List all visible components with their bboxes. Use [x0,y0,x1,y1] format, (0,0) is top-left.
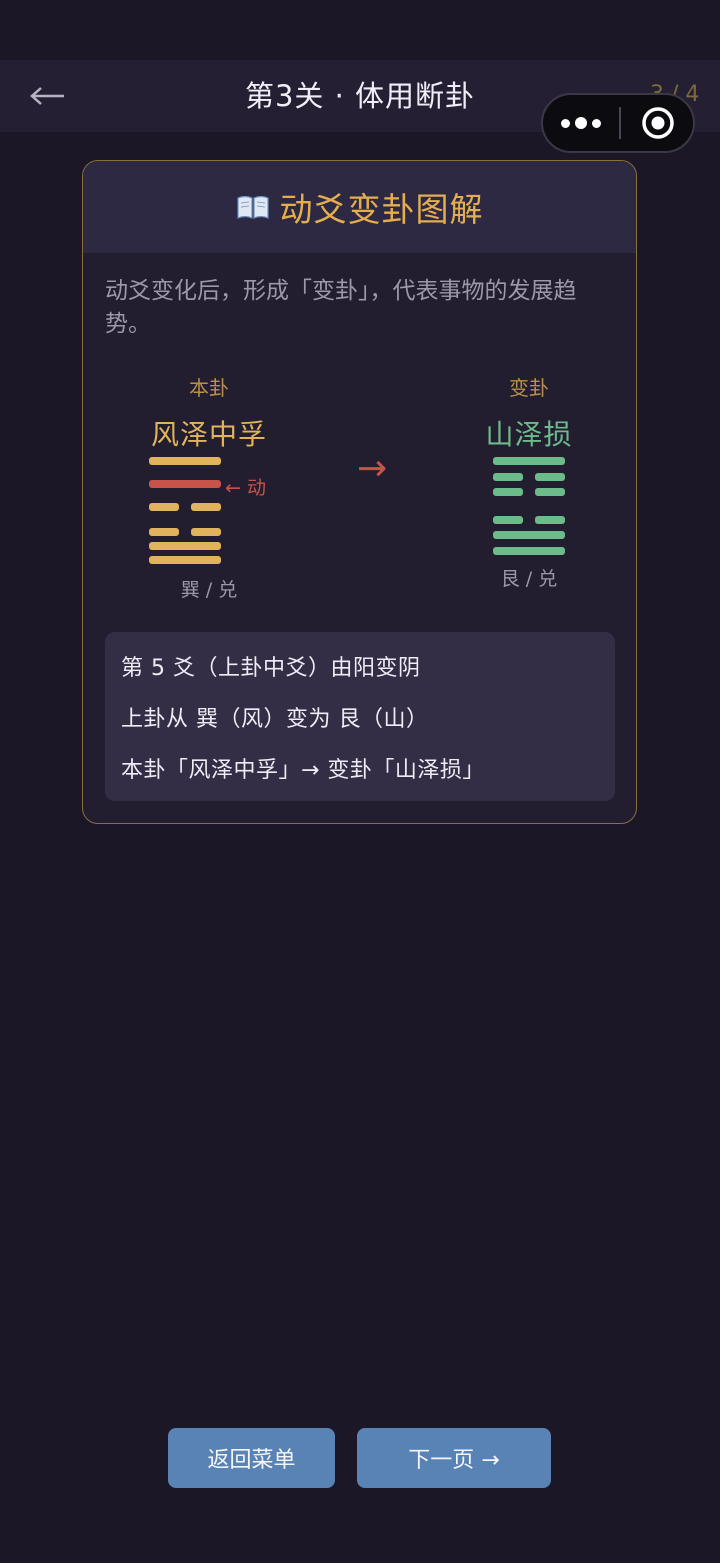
yin-line-segment [535,473,565,481]
transform-arrow-icon: → [357,448,388,489]
explanation-box: 第 5 爻（上卦中爻）由阳变阴 上卦从 巽（风）变为 艮（山） 本卦「风泽中孚」… [105,632,615,801]
yin-line-segment [535,488,565,496]
yin-line-segment [149,528,179,536]
original-hexagram-label: 本卦 [189,376,229,400]
changed-hexagram-header: 变卦 山泽损 [463,372,595,453]
explanation-line-3: 本卦「风泽中孚」→ 变卦「山泽损」 [121,758,485,783]
yin-line-segment [493,516,523,524]
more-dot-center [575,117,587,129]
yang-line [149,457,221,465]
yin-line-segment [191,528,221,536]
yang-line [149,556,221,564]
yang-line [493,547,565,555]
next-page-button[interactable]: 下一页 → [357,1428,551,1488]
more-dot-right [592,118,601,128]
yin-line-segment [191,503,221,511]
explanation-line-2: 上卦从 巽（风）变为 艮（山） [121,707,429,732]
changed-hexagram-label: 变卦 [509,376,549,400]
target-circle-icon [642,107,674,139]
moving-yang-line [149,480,221,488]
yin-line-segment [493,473,523,481]
yang-line [493,457,565,465]
yin-line-segment [535,516,565,524]
hexagram-change-card: 动爻变卦图解 动爻变化后，形成「变卦」，代表事物的发展趋势。 本卦 风泽中孚 ←… [82,160,637,824]
intro-text: 动爻变化后，形成「变卦」，代表事物的发展趋势。 [105,278,577,337]
back-to-menu-button[interactable]: 返回菜单 [168,1428,335,1488]
open-book-icon [236,195,269,219]
explanation-line-1: 第 5 爻（上卦中爻）由阳变阴 [121,656,421,681]
yang-line [493,531,565,539]
miniprogram-capsule [541,93,695,153]
yin-line-segment [493,488,523,496]
more-button[interactable] [543,95,619,151]
moving-line-marker: ← 动 [225,477,266,499]
changed-trigrams: 艮 / 兑 [500,568,558,590]
yin-line-segment [149,503,179,511]
yang-line [149,542,221,550]
card-header: 动爻变卦图解 [83,161,636,253]
original-hexagram-header: 本卦 风泽中孚 [133,372,285,453]
close-miniprogram-button[interactable] [621,95,695,151]
original-trigrams: 巽 / 兑 [180,579,238,601]
more-dots-icon [561,118,570,128]
changed-hexagram-name: 山泽损 [485,418,573,451]
original-hexagram-name: 风泽中孚 [150,418,267,451]
card-title: 动爻变卦图解 [279,190,484,229]
